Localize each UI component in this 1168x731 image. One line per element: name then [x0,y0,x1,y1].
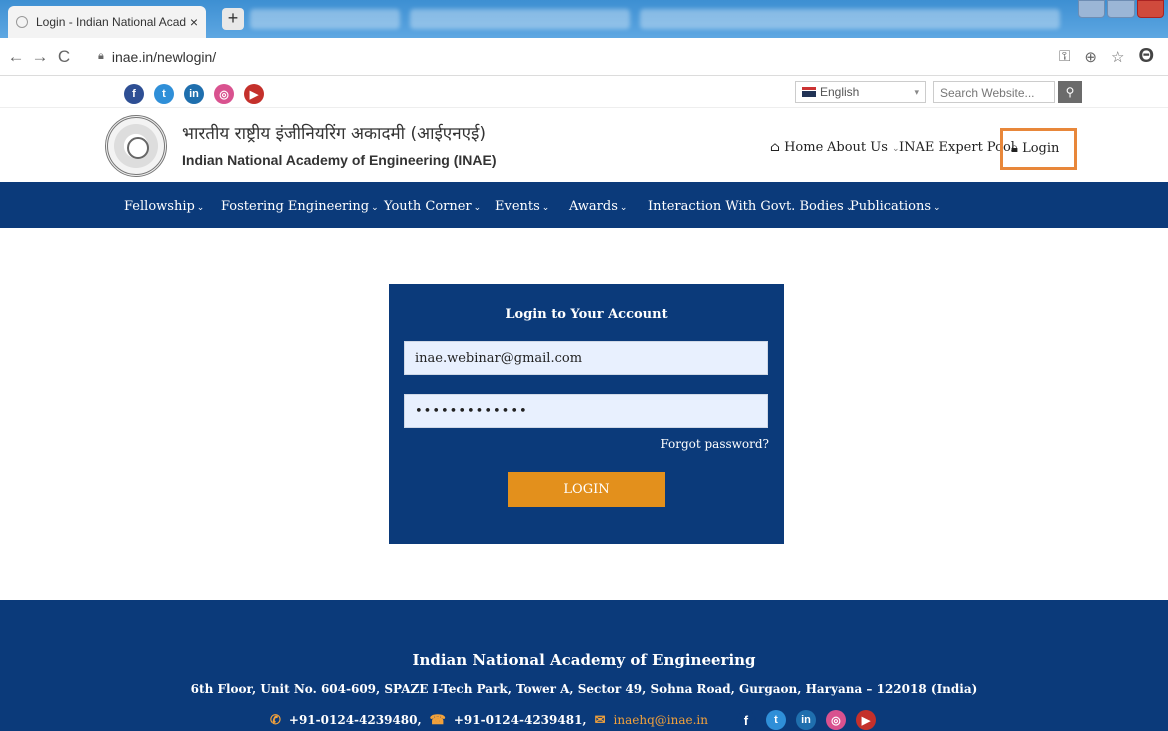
site-search-input[interactable]: Search Website... [933,81,1055,103]
youtube-icon[interactable]: ▶ [244,84,264,104]
topnav-about-label: About Us [827,140,888,155]
footer-phone: +91-0124-4239480, [288,713,422,727]
url-field[interactable]: inae.in/newlogin/ [112,49,216,65]
footer-fax: +91-0124-4239481, [453,713,587,727]
browser-tabstrip: Login - Indian National Academy × + [0,0,1168,38]
topnav-login-label: Login [1022,141,1060,156]
language-value: English [820,85,860,99]
linkedin-icon[interactable]: in [795,710,816,730]
mail-icon: ✉ [594,712,606,728]
site-name-hindi: भारतीय राष्ट्रीय इंजीनियरिंग अकादमी (आईए… [182,124,487,144]
footer-email[interactable]: inaehq@inae.in [614,713,708,727]
topnav-home[interactable]: ⌂ Home [770,140,823,155]
omnibox-actions: ⚿ ⊕ ☆ Θ [1059,45,1154,68]
search-button[interactable]: ⚲ [1058,81,1082,103]
background-tab[interactable] [410,9,630,29]
youtube-icon[interactable]: ▶ [855,710,876,730]
profile-icon[interactable]: Θ [1138,45,1154,68]
nav-govt-bodies[interactable]: Interaction With Govt. Bodies ⌄ [648,199,853,214]
forgot-password-link[interactable]: Forgot password? [660,437,769,451]
background-tab[interactable] [250,9,400,29]
globe-icon [16,16,28,28]
social-links: f t in ◎ ▶ [124,84,264,104]
reload-icon[interactable]: C [52,47,76,67]
footer-contact: ✆ +91-0124-4239480, ☎ +91-0124-4239481, … [270,710,876,730]
header-divider [0,107,1168,108]
lock-icon[interactable]: 🔒︎ [98,50,104,63]
uk-flag-icon [802,87,816,97]
nav-awards[interactable]: Awards ⌄ [569,199,627,214]
instagram-icon[interactable]: ◎ [825,710,846,730]
fax-icon: ☎ [429,712,446,728]
search-icon: ⚲ [1065,85,1075,99]
login-title: Login to Your Account [505,307,668,322]
topnav-home-label: Home [784,140,824,155]
phone-icon: ✆ [270,712,281,728]
nav-publications[interactable]: Publications ⌄ [850,199,941,214]
tab-title: Login - Indian National Academy [36,15,186,29]
main-navigation: Fellowship ⌄ Fostering Engineering ⌄ Youth… [0,182,1168,228]
maximize-button[interactable] [1107,0,1135,18]
address-bar-row: ← → C 🔒︎ inae.in/newlogin/ ⚿ ⊕ ☆ Θ [0,38,1168,76]
instagram-icon[interactable]: ◎ [214,84,234,104]
chevron-down-icon: ⌄ [933,203,941,213]
minimize-button[interactable] [1078,0,1106,18]
browser-tab[interactable]: Login - Indian National Academy × [8,6,206,38]
zoom-icon[interactable]: ⊕ [1084,48,1097,66]
language-select[interactable]: English ▾ [795,81,926,103]
chevron-down-icon: ⌄ [371,203,379,213]
nav-label: Fellowship [124,199,195,214]
login-panel: Login to Your Account inae.webinar@gmail… [389,284,784,544]
background-tab[interactable] [640,9,1060,29]
footer-social-links: f t in ◎ ▶ [735,710,876,730]
topnav-expert-pool[interactable]: INAE Expert Pool [899,140,1015,155]
site-name: Indian National Academy of Engineering (… [182,152,497,168]
chevron-down-icon: ⌄ [473,203,482,213]
footer-title: Indian National Academy of Engineering [412,651,756,669]
nav-fellowship[interactable]: Fellowship ⌄ [124,199,204,214]
nav-label: Interaction With Govt. Bodies [648,199,844,214]
footer-address: 6th Floor, Unit No. 604-609, SPAZE I-Tec… [190,682,978,696]
nav-fostering-engineering[interactable]: Fostering Engineering ⌄ [221,199,379,214]
key-icon[interactable]: ⚿ [1059,48,1070,65]
home-icon: ⌂ [770,140,780,155]
login-button[interactable]: LOGIN [508,472,665,507]
topnav-login[interactable]: 🔒︎ Login [1000,128,1077,170]
nav-label: Youth Corner [384,199,472,214]
topnav-about[interactable]: About Us ⌄ [827,140,900,155]
chevron-down-icon: ⌄ [619,203,628,213]
nav-label: Events [495,199,540,214]
facebook-icon[interactable]: f [124,84,144,104]
nav-events[interactable]: Events ⌄ [495,199,549,214]
twitter-icon[interactable]: t [765,710,786,730]
window-controls [1078,0,1164,18]
nav-youth-corner[interactable]: Youth Corner ⌄ [384,199,481,214]
star-icon[interactable]: ☆ [1111,48,1124,66]
new-tab-button[interactable]: + [222,8,244,30]
nav-label: Fostering Engineering [221,199,370,214]
inae-logo[interactable] [105,115,167,177]
nav-label: Publications [850,199,932,214]
chevron-down-icon: ▾ [914,86,919,97]
email-field[interactable]: inae.webinar@gmail.com [404,341,768,375]
forward-arrow-icon[interactable]: → [28,47,52,67]
facebook-icon[interactable]: f [735,710,756,730]
chevron-down-icon: ⌄ [541,203,550,213]
lock-icon: 🔒︎ [1011,141,1018,156]
footer: Indian National Academy of Engineering 6… [0,600,1168,731]
back-arrow-icon[interactable]: ← [4,47,28,67]
password-field[interactable]: ••••••••••••• [404,394,768,428]
chevron-down-icon: ⌄ [196,203,205,213]
linkedin-icon[interactable]: in [184,84,204,104]
window-close-button[interactable] [1136,0,1164,18]
twitter-icon[interactable]: t [154,84,174,104]
nav-label: Awards [569,199,618,214]
close-tab-icon[interactable]: × [190,14,198,30]
